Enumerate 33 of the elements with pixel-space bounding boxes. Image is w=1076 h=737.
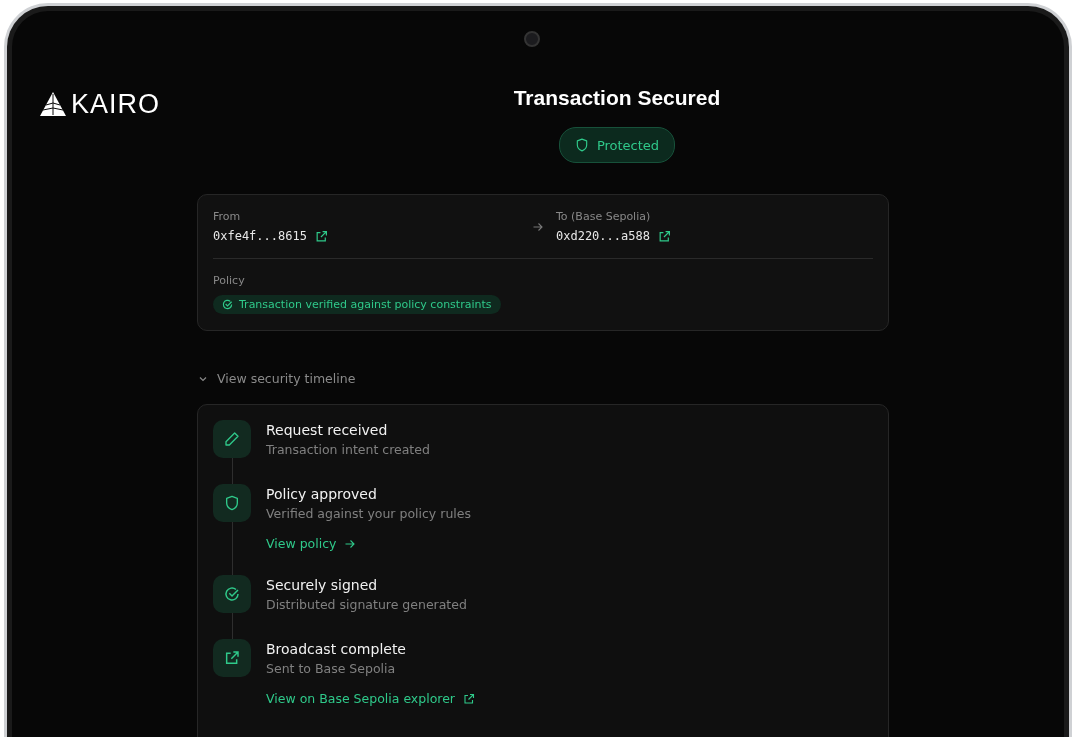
pencil-icon	[224, 431, 240, 447]
step-title: Securely signed	[266, 576, 379, 595]
from-label: From	[213, 210, 242, 223]
shield-icon	[224, 495, 240, 511]
step-subtitle: Verified against your policy rules	[266, 505, 471, 523]
step-subtitle: Transaction intent created	[266, 441, 430, 459]
policy-label: Policy	[213, 274, 246, 287]
step-subtitle: Distributed signature generated	[266, 596, 467, 614]
to-label: To (Base Sepolia)	[556, 210, 652, 223]
address-text: 0xd220...a588	[556, 229, 650, 243]
address-text: 0xfe4f...8615	[213, 229, 307, 243]
brand-name: KAIRO	[71, 90, 161, 118]
step-title: Request received	[266, 421, 389, 440]
arrow-icon	[344, 537, 357, 550]
external-link-icon	[224, 650, 240, 666]
logo-icon	[39, 91, 67, 117]
check-circle-icon	[222, 299, 233, 310]
external-link-icon[interactable]	[657, 229, 671, 243]
step-title: Policy approved	[266, 485, 378, 504]
timeline-toggle[interactable]: View security timeline	[197, 371, 356, 386]
step-title: Broadcast complete	[266, 640, 407, 659]
page-title: Transaction Secured	[513, 85, 721, 111]
step-link[interactable]: View policy	[266, 536, 471, 551]
step-link[interactable]: View on Base Sepolia explorer	[266, 691, 475, 706]
step-subtitle: Sent to Base Sepolia	[266, 660, 397, 678]
shield-icon	[574, 138, 589, 152]
external-link-icon[interactable]	[314, 229, 328, 243]
policy-badge: Transaction verified against policy constraints	[213, 295, 501, 314]
status-badge: Protected	[558, 127, 676, 163]
arrow-icon	[532, 220, 544, 233]
camera-icon	[524, 31, 540, 47]
check-circle-icon	[224, 586, 240, 602]
external-link-icon	[463, 692, 475, 705]
